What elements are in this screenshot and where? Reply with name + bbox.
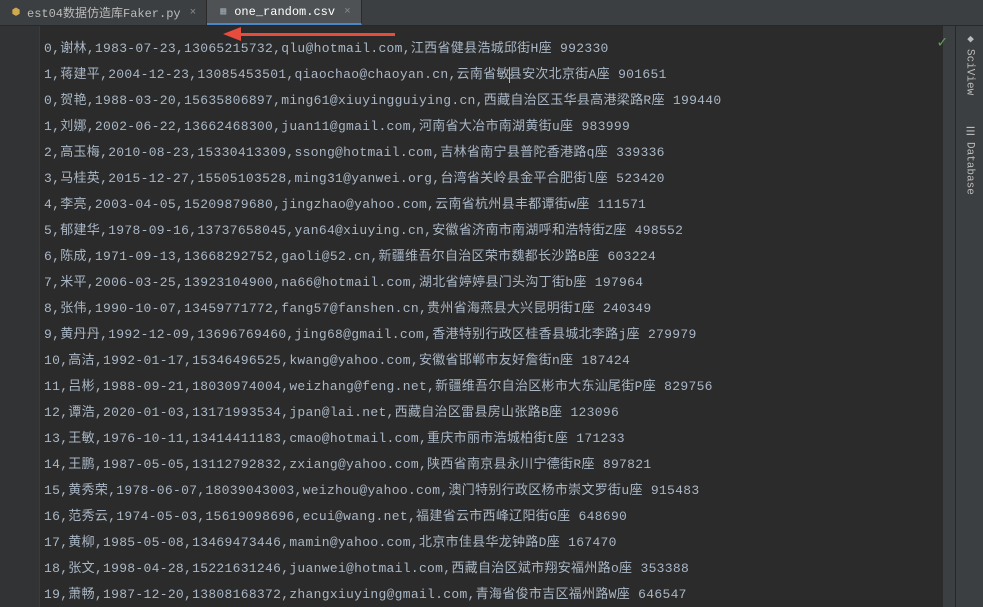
csv-line: 12,谭浩,2020-01-03,13171993534,jpan@lai.ne… bbox=[44, 400, 955, 426]
csv-line: 1,刘娜,2002-06-22,13662468300,juan11@gmail… bbox=[44, 114, 955, 140]
csv-line: 0,贺艳,1988-03-20,15635806897,ming61@xiuyi… bbox=[44, 88, 955, 114]
csv-line: 1,蒋建平,2004-12-23,13085453501,qiaochao@ch… bbox=[44, 62, 955, 88]
csv-line: 8,张伟,1990-10-07,13459771772,fang57@fansh… bbox=[44, 296, 955, 322]
inspection-ok-icon: ✓ bbox=[937, 32, 947, 52]
python-file-icon: ⬢ bbox=[10, 6, 22, 20]
csv-line: 15,黄秀荣,1978-06-07,18039043003,weizhou@ya… bbox=[44, 478, 955, 504]
editor-tabs: ⬢ est04数据仿造库Faker.py × ▦ one_random.csv × bbox=[0, 0, 983, 26]
csv-line: 0,谢林,1983-07-23,13065215732,qlu@hotmail.… bbox=[44, 36, 955, 62]
csv-line: 5,郁建华,1978-09-16,13737658045,yan64@xiuyi… bbox=[44, 218, 955, 244]
csv-line: 3,马桂英,2015-12-27,15505103528,ming31@yanw… bbox=[44, 166, 955, 192]
csv-line: 7,米平,2006-03-25,13923104900,na66@hotmail… bbox=[44, 270, 955, 296]
right-tool-sidebar: ◆SciView ☰Database bbox=[955, 26, 983, 607]
csv-line: 13,王敏,1976-10-11,13414411183,cmao@hotmai… bbox=[44, 426, 955, 452]
csv-line: 16,范秀云,1974-05-03,15619098696,ecui@wang.… bbox=[44, 504, 955, 530]
csv-line: 17,黄柳,1985-05-08,13469473446,mamin@yahoo… bbox=[44, 530, 955, 556]
editor-wrapper: 0,谢林,1983-07-23,13065215732,qlu@hotmail.… bbox=[0, 26, 983, 607]
text-caret bbox=[509, 67, 510, 83]
close-icon[interactable]: × bbox=[190, 7, 197, 19]
csv-line: 18,张文,1998-04-28,15221631246,juanwei@hot… bbox=[44, 556, 955, 582]
editor-content[interactable]: 0,谢林,1983-07-23,13065215732,qlu@hotmail.… bbox=[40, 26, 955, 607]
csv-line: 19,萧畅,1987-12-20,13808168372,zhangxiuyin… bbox=[44, 582, 955, 607]
editor-tab-1[interactable]: ▦ one_random.csv × bbox=[207, 0, 361, 25]
vertical-scrollbar[interactable] bbox=[943, 26, 955, 607]
editor-tab-0[interactable]: ⬢ est04数据仿造库Faker.py × bbox=[0, 0, 207, 25]
csv-line: 14,王鹏,1987-05-05,13112792832,zxiang@yaho… bbox=[44, 452, 955, 478]
csv-line: 4,李亮,2003-04-05,15209879680,jingzhao@yah… bbox=[44, 192, 955, 218]
sciview-tool-button[interactable]: ◆SciView bbox=[963, 32, 976, 95]
tab-label: est04数据仿造库Faker.py bbox=[27, 4, 181, 21]
close-icon[interactable]: × bbox=[344, 6, 351, 18]
editor-gutter bbox=[0, 26, 40, 607]
csv-file-icon: ▦ bbox=[217, 5, 229, 19]
csv-line: 2,高玉梅,2010-08-23,15330413309,ssong@hotma… bbox=[44, 140, 955, 166]
tab-label: one_random.csv bbox=[234, 5, 335, 19]
csv-line: 6,陈成,1971-09-13,13668292752,gaoli@52.cn,… bbox=[44, 244, 955, 270]
csv-line: 10,高洁,1992-01-17,15346496525,kwang@yahoo… bbox=[44, 348, 955, 374]
csv-line: 9,黄丹丹,1992-12-09,13696769460,jing68@gmai… bbox=[44, 322, 955, 348]
csv-line: 11,吕彬,1988-09-21,18030974004,weizhang@fe… bbox=[44, 374, 955, 400]
database-tool-button[interactable]: ☰Database bbox=[963, 125, 976, 195]
